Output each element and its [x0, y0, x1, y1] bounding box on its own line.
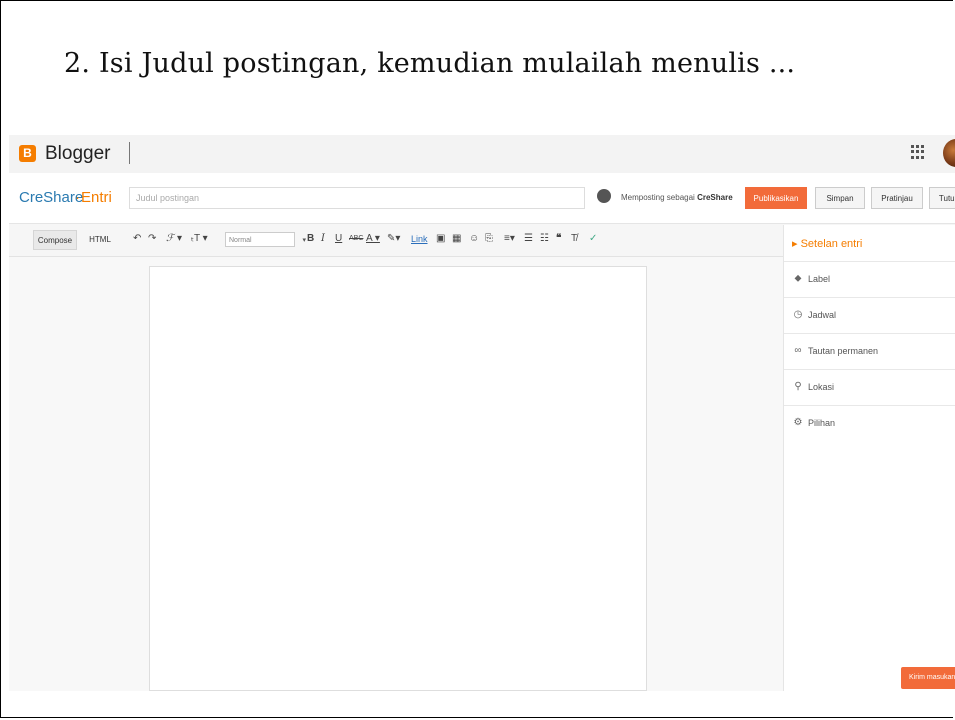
author-avatar — [597, 189, 611, 203]
preview-button[interactable]: Pratinjau — [871, 187, 923, 209]
gear-icon: ⚙ — [793, 417, 803, 428]
post-title-input[interactable] — [129, 187, 585, 209]
sidebar-item-label[interactable]: ⬥ Label — [784, 261, 955, 297]
font-size-icon[interactable]: ₜT ▾ — [191, 231, 208, 247]
compose-mode-button[interactable]: Compose — [33, 230, 77, 250]
jump-break-icon[interactable]: ⎘ — [485, 231, 493, 247]
publish-button[interactable]: Publikasikan — [745, 187, 807, 209]
numbered-list-icon[interactable]: ☰ — [524, 231, 533, 247]
highlight-color-icon[interactable]: ✎▾ — [387, 231, 400, 247]
sidebar-item-location[interactable]: ⚲ Lokasi — [784, 369, 955, 405]
spellcheck-icon[interactable]: ✓ — [589, 231, 597, 247]
send-feedback-button[interactable]: Kirim masukan — [901, 667, 955, 689]
slide-title: 2. Isi Judul postingan, kemudian mulaila… — [64, 48, 796, 79]
sidebar-item-schedule[interactable]: ◷ Jadwal — [784, 297, 955, 333]
close-button[interactable]: Tutup — [929, 187, 955, 209]
italic-button[interactable]: I — [321, 231, 325, 247]
sidebar-item-text: Jadwal — [808, 310, 837, 320]
clear-format-icon[interactable]: T̸ — [571, 231, 577, 247]
post-settings-header[interactable]: ▸ Setelan entri — [792, 237, 862, 250]
insert-image-icon[interactable]: ▣ — [436, 231, 445, 247]
sidebar-item-text: Tautan permanen — [808, 346, 879, 356]
sidebar-item-text: Lokasi — [808, 382, 835, 392]
format-select[interactable]: Normal ▾ — [225, 232, 306, 247]
blog-name-link[interactable]: CreShare — [19, 189, 83, 206]
insert-link-button[interactable]: Link — [411, 231, 428, 247]
sidebar-item-text: Label — [808, 274, 831, 284]
bullet-list-icon[interactable]: ☷ — [540, 231, 549, 247]
html-mode-button[interactable]: HTML — [83, 230, 117, 250]
title-bar: CreShare · Entri Memposting sebagai CreS… — [9, 173, 955, 224]
tag-icon: ⬥ — [794, 273, 802, 284]
save-button[interactable]: Simpan — [815, 187, 865, 209]
align-icon[interactable]: ≡▾ — [504, 231, 515, 247]
location-pin-icon: ⚲ — [794, 381, 802, 392]
redo-icon[interactable]: ↷ — [148, 231, 156, 247]
post-body-editor[interactable] — [149, 266, 647, 691]
clock-icon: ◷ — [793, 309, 803, 320]
bold-button[interactable]: B — [307, 231, 314, 247]
sidebar-item-options[interactable]: ⚙ Pilihan — [784, 405, 955, 441]
emoji-icon[interactable]: ☺ — [469, 231, 479, 247]
font-family-icon[interactable]: ℱ ▾ — [166, 231, 182, 247]
insert-video-icon[interactable]: ▦ — [452, 231, 461, 247]
post-settings-sidebar: ▸ Setelan entri ⬥ Label ◷ Jadwal ∞ Tauta… — [783, 225, 955, 691]
app-name[interactable]: Blogger — [45, 143, 111, 165]
posting-as-text: Memposting sebagai CreShare — [621, 193, 733, 202]
link-icon: ∞ — [794, 345, 802, 356]
text-color-button[interactable]: A ▾ — [366, 231, 380, 247]
apps-grid-icon[interactable] — [911, 145, 925, 159]
breadcrumb-entry: Entri — [81, 189, 112, 206]
undo-icon[interactable]: ↶ — [133, 231, 141, 247]
underline-button[interactable]: U — [335, 231, 342, 247]
sidebar-item-text: Pilihan — [808, 418, 836, 428]
blogger-logo-icon[interactable]: B — [19, 145, 36, 162]
blogger-editor-screenshot: B Blogger CreShare · Entri Memposting se… — [9, 135, 955, 691]
divider — [129, 142, 130, 164]
strikethrough-button[interactable]: ABC — [349, 231, 363, 247]
chevron-down-icon: ▾ — [302, 237, 306, 244]
sidebar-item-permalink[interactable]: ∞ Tautan permanen — [784, 333, 955, 369]
quote-icon[interactable]: ❝ — [556, 231, 561, 247]
top-bar: B Blogger — [9, 135, 955, 173]
breadcrumb-separator: · — [75, 189, 80, 206]
account-avatar[interactable] — [943, 139, 955, 167]
